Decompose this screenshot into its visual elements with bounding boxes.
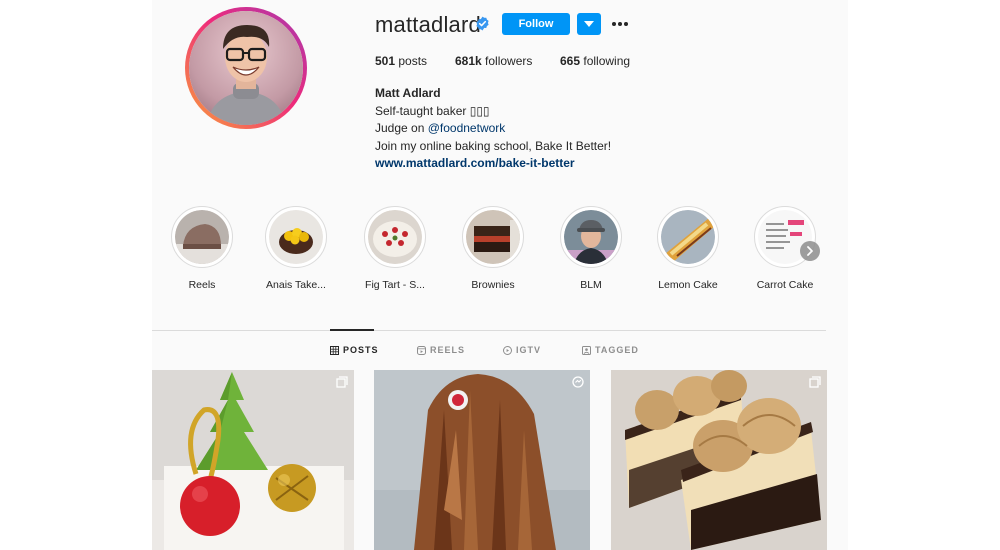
- tab-igtv[interactable]: IGTV: [503, 345, 541, 355]
- highlight-cover: [657, 206, 719, 268]
- highlight-cover: [171, 206, 233, 268]
- posts-label: posts: [398, 54, 428, 68]
- full-name: Matt Adlard: [375, 86, 441, 100]
- highlight-item[interactable]: Fig Tart - S...: [355, 206, 435, 291]
- highlight-item[interactable]: Brownies: [453, 206, 533, 291]
- bio-line: Self-taught baker ▯▯▯: [375, 103, 490, 118]
- post-thumbnail[interactable]: [611, 370, 827, 550]
- mention-link[interactable]: @foodnetwork: [428, 121, 506, 135]
- highlight-item[interactable]: BLM: [551, 206, 631, 291]
- highlight-label: BLM: [580, 279, 602, 291]
- highlight-label: Fig Tart - S...: [365, 279, 425, 291]
- post-image: [611, 370, 827, 550]
- post-image: [152, 370, 354, 550]
- posts-count: 501: [375, 54, 396, 68]
- followers-label: followers: [485, 54, 533, 68]
- tab-tagged[interactable]: TAGGED: [582, 345, 639, 355]
- bio-text: Judge on: [375, 121, 428, 136]
- highlight-cover: [265, 206, 327, 268]
- bio-line: Judge on @foodnetwork: [375, 120, 611, 138]
- tab-label: IGTV: [516, 345, 542, 355]
- reels-icon: [417, 345, 426, 355]
- following-count: 665: [560, 54, 581, 68]
- tab-label: TAGGED: [595, 345, 639, 355]
- highlight-item[interactable]: Lemon Cake: [648, 206, 728, 291]
- tab-posts[interactable]: POSTS: [330, 345, 379, 355]
- more-options-icon[interactable]: [610, 14, 630, 34]
- highlight-label: Brownies: [471, 279, 515, 291]
- website-link[interactable]: www.mattadlard.com/bake-it-better: [375, 155, 611, 173]
- highlight-cover: [462, 206, 524, 268]
- post-image: [374, 370, 590, 550]
- highlights-next-button[interactable]: [800, 241, 820, 261]
- reel-icon: [572, 376, 584, 388]
- tab-label: REELS: [430, 345, 466, 355]
- highlight-label: Reels: [188, 279, 216, 291]
- bio-line: Join my online baking school, Bake It Be…: [375, 138, 612, 153]
- tagged-icon: [582, 345, 591, 355]
- chevron-down-icon: [584, 21, 594, 27]
- chevron-right-icon: [807, 246, 813, 256]
- highlight-item[interactable]: Reels: [162, 206, 242, 291]
- tab-label: POSTS: [343, 345, 379, 355]
- post-thumbnail[interactable]: [374, 370, 590, 550]
- following-label: following: [583, 54, 631, 68]
- profile-page: mattadlard Follow 501 posts 681k followe…: [152, 0, 848, 550]
- active-tab-indicator: [330, 329, 374, 331]
- post-thumbnail[interactable]: [152, 370, 354, 550]
- highlight-cover: [560, 206, 622, 268]
- suggested-accounts-button[interactable]: [577, 13, 601, 35]
- followers-count: 681k: [455, 54, 482, 68]
- carousel-icon: [809, 376, 821, 388]
- tab-reels[interactable]: REELS: [417, 345, 465, 355]
- igtv-icon: [503, 345, 512, 355]
- followers-stat[interactable]: 681k followers: [455, 54, 532, 68]
- highlight-label: Anais Take...: [266, 279, 326, 291]
- avatar-photo: [189, 11, 303, 125]
- highlight-label: Lemon Cake: [658, 279, 718, 291]
- highlight-item[interactable]: Anais Take...: [256, 206, 336, 291]
- follow-button[interactable]: Follow: [502, 13, 570, 35]
- carousel-icon: [336, 376, 348, 388]
- profile-avatar[interactable]: [185, 7, 307, 129]
- grid-icon: [330, 345, 339, 355]
- tabs-divider: [152, 330, 826, 331]
- highlight-label: Carrot Cake: [756, 279, 814, 291]
- verified-badge-icon: [476, 16, 489, 31]
- username: mattadlard: [375, 12, 481, 37]
- posts-stat: 501 posts: [375, 54, 427, 68]
- profile-bio: Matt Adlard Self-taught baker ▯▯▯ Judge …: [375, 85, 611, 173]
- following-stat[interactable]: 665 following: [560, 54, 630, 68]
- highlight-cover: [364, 206, 426, 268]
